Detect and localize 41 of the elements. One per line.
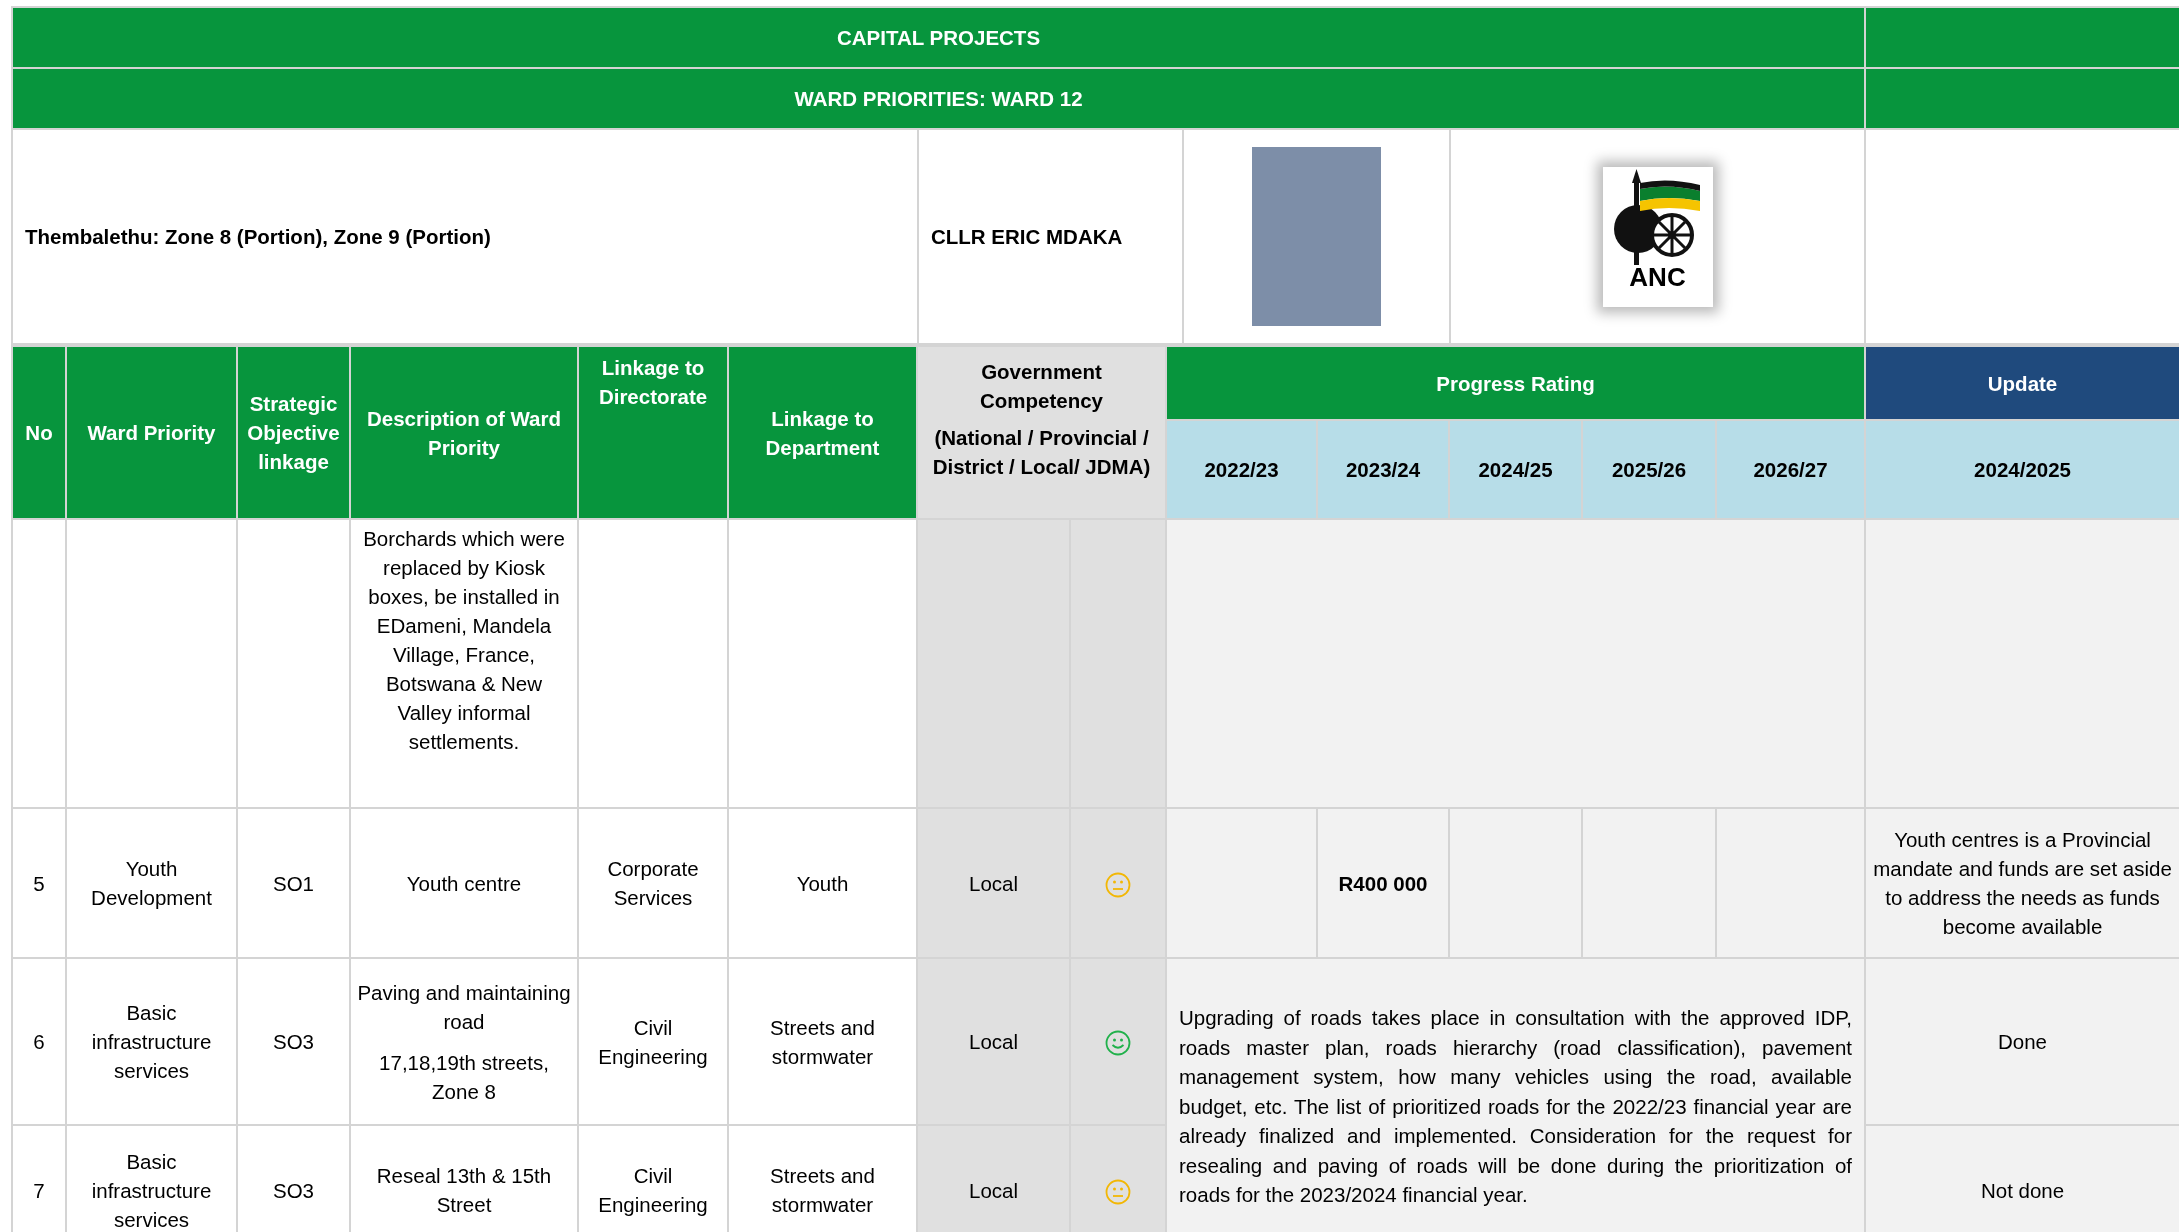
table-cell: Done [1865, 958, 2179, 1125]
table-cell: Youth centres is a Provincial mandate and funds are set aside to address the needs as funds become available [1865, 808, 2179, 958]
table-cell: Not done [1865, 1125, 2179, 1232]
year-header: 2026/27 [1716, 420, 1866, 519]
table-cell: Local [917, 808, 1070, 958]
column-header: (National / Provincial / District / Local/ JDMA) [931, 425, 1152, 480]
column-header: Description of Ward Priority [350, 346, 578, 519]
year-header: 2024/25 [1449, 420, 1582, 519]
table-cell: 6 [12, 958, 66, 1125]
table-subtitle: WARD PRIORITIES: WARD 12 [12, 68, 1865, 129]
table-cell-text: 17,18,19th streets, Zone 8 [378, 1049, 550, 1105]
column-header: Strategic Objective linkage [237, 346, 350, 519]
table-cell-text: Paving and maintaining road [357, 979, 571, 1035]
year-header: 2023/24 [1317, 420, 1449, 519]
year-header: 2025/26 [1582, 420, 1716, 519]
table-cell: SO1 [237, 808, 350, 958]
table-cell: Youth Development [66, 808, 237, 958]
table-cell: 7 [12, 1125, 66, 1232]
table-cell-text: Borchards which were replaced by Kiosk boxes, be installed in EDameni, Mandela Village, France, Botswana & New Valley informal settlements. [362, 526, 566, 755]
comment-text: Upgrading of roads takes place in consultation with the approved IDP, roads master plan, roads hierarchy (road classification), pavement management system, how many vehicles using the road, available budget, etc. The list of prioritized roads for the 2022/23 financial year are already finalized and implemented. Consideration for the request for resealing and paving of roads will be done during the prioritization of roads for the 2023/2024 financial year. [1166, 958, 1866, 1232]
table-cell-text: Youth centre [405, 870, 523, 897]
column-header: No [12, 346, 66, 519]
table-cell: Basic infrastructure services [66, 958, 237, 1125]
column-header: Linkage to Directorate [578, 346, 728, 519]
column-header: Linkage to Department [728, 346, 917, 519]
table-cell: SO3 [237, 958, 350, 1125]
column-header: Government Competency [979, 359, 1104, 414]
logo-text: ANC [1629, 262, 1686, 291]
table-cell: 5 [12, 808, 66, 958]
table-cell: Local [917, 958, 1070, 1125]
year-header: 2024/2025 [1865, 420, 2179, 519]
table-cell: Local [917, 1125, 1070, 1232]
column-header: Update [1865, 346, 2179, 420]
column-header: Progress Rating [1166, 346, 1866, 420]
column-header: Ward Priority [66, 346, 237, 519]
year-header: 2022/23 [1166, 420, 1317, 519]
table-cell: R400 000 [1317, 808, 1449, 958]
table-cell-text: Reseal 13th & 15th Street [375, 1163, 553, 1218]
table-cell: Corporate Services [578, 808, 728, 958]
table-title: CAPITAL PROJECTS [12, 7, 1865, 68]
table-cell: Civil Engineering [578, 958, 728, 1125]
